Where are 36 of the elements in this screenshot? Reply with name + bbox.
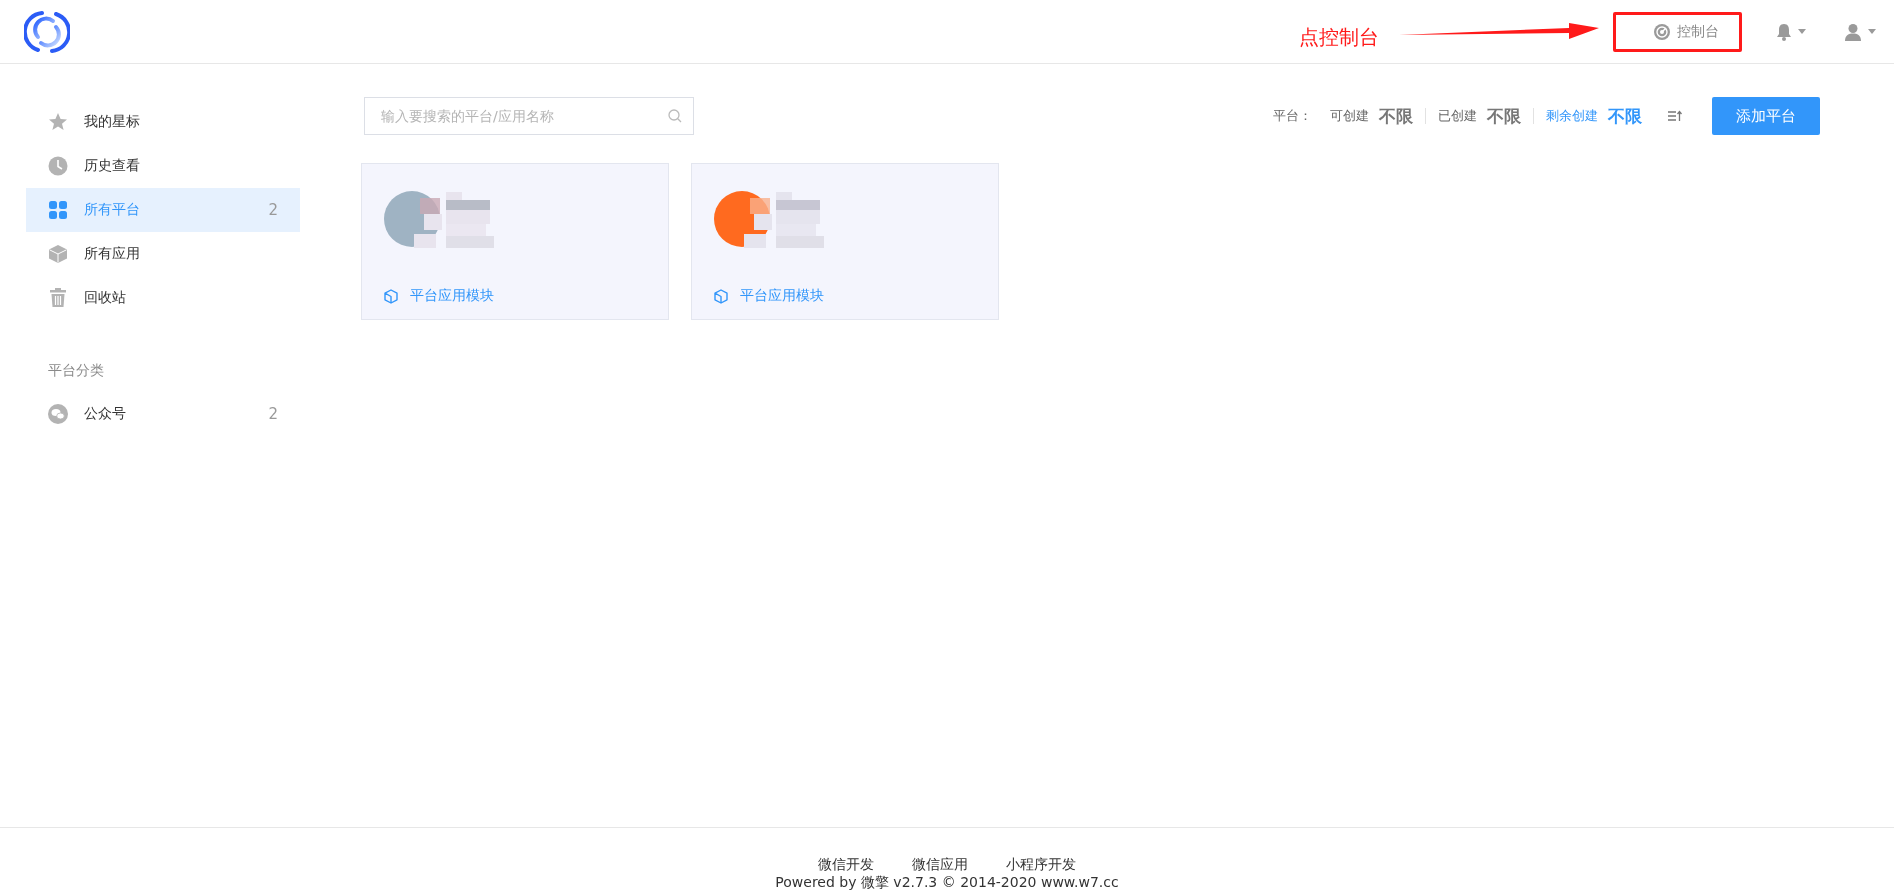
grid-icon: [48, 200, 68, 220]
sidebar-item[interactable]: 回收站: [26, 276, 300, 320]
stat-value: 不限: [1608, 104, 1642, 128]
cube-outline-icon: [714, 288, 728, 304]
logo-icon: [24, 8, 70, 55]
caret-icon: [1868, 29, 1876, 34]
user-icon: [1844, 22, 1862, 41]
sidebar-item[interactable]: 所有应用: [26, 232, 300, 276]
cube-icon: [48, 244, 68, 264]
stat-value: 不限: [1379, 104, 1413, 128]
copyright-text: Powered by 微擎 v2.7.3 © 2014-2020 www.w7.cc: [775, 874, 1119, 890]
search-icon: [668, 109, 682, 123]
footer-link[interactable]: 微信应用: [912, 856, 968, 874]
footer-link[interactable]: 微信开发: [818, 856, 874, 874]
bell-icon: [1776, 22, 1792, 41]
trash-icon: [48, 288, 68, 308]
stats-label: 平台：: [1273, 107, 1312, 125]
sort-icon: [1668, 110, 1682, 122]
stat-label: 可创建: [1330, 107, 1369, 125]
wechat-icon: [48, 404, 68, 424]
footer-link[interactable]: 小程序开发: [1006, 856, 1076, 874]
section-title: 平台分类: [48, 362, 105, 380]
sidebar-item[interactable]: 历史查看: [26, 144, 300, 188]
gauge-icon: [1654, 23, 1670, 40]
search-field[interactable]: 输入要搜索的平台/应用名称: [364, 97, 694, 135]
caret-icon: [1798, 29, 1806, 34]
stat-label: 剩余创建: [1546, 107, 1598, 125]
star-icon: [48, 112, 68, 132]
sidebar-item[interactable]: 公众号 2: [26, 392, 300, 436]
cube-outline-icon: [384, 288, 398, 304]
sidebar-item[interactable]: 我的星标: [26, 100, 300, 144]
console-link[interactable]: 控制台: [1613, 11, 1742, 52]
stat-value: 不限: [1487, 104, 1521, 128]
stat-label: 已创建: [1438, 107, 1477, 125]
annotation-text: 点控制台: [1299, 24, 1379, 51]
clock-icon: [48, 156, 68, 176]
